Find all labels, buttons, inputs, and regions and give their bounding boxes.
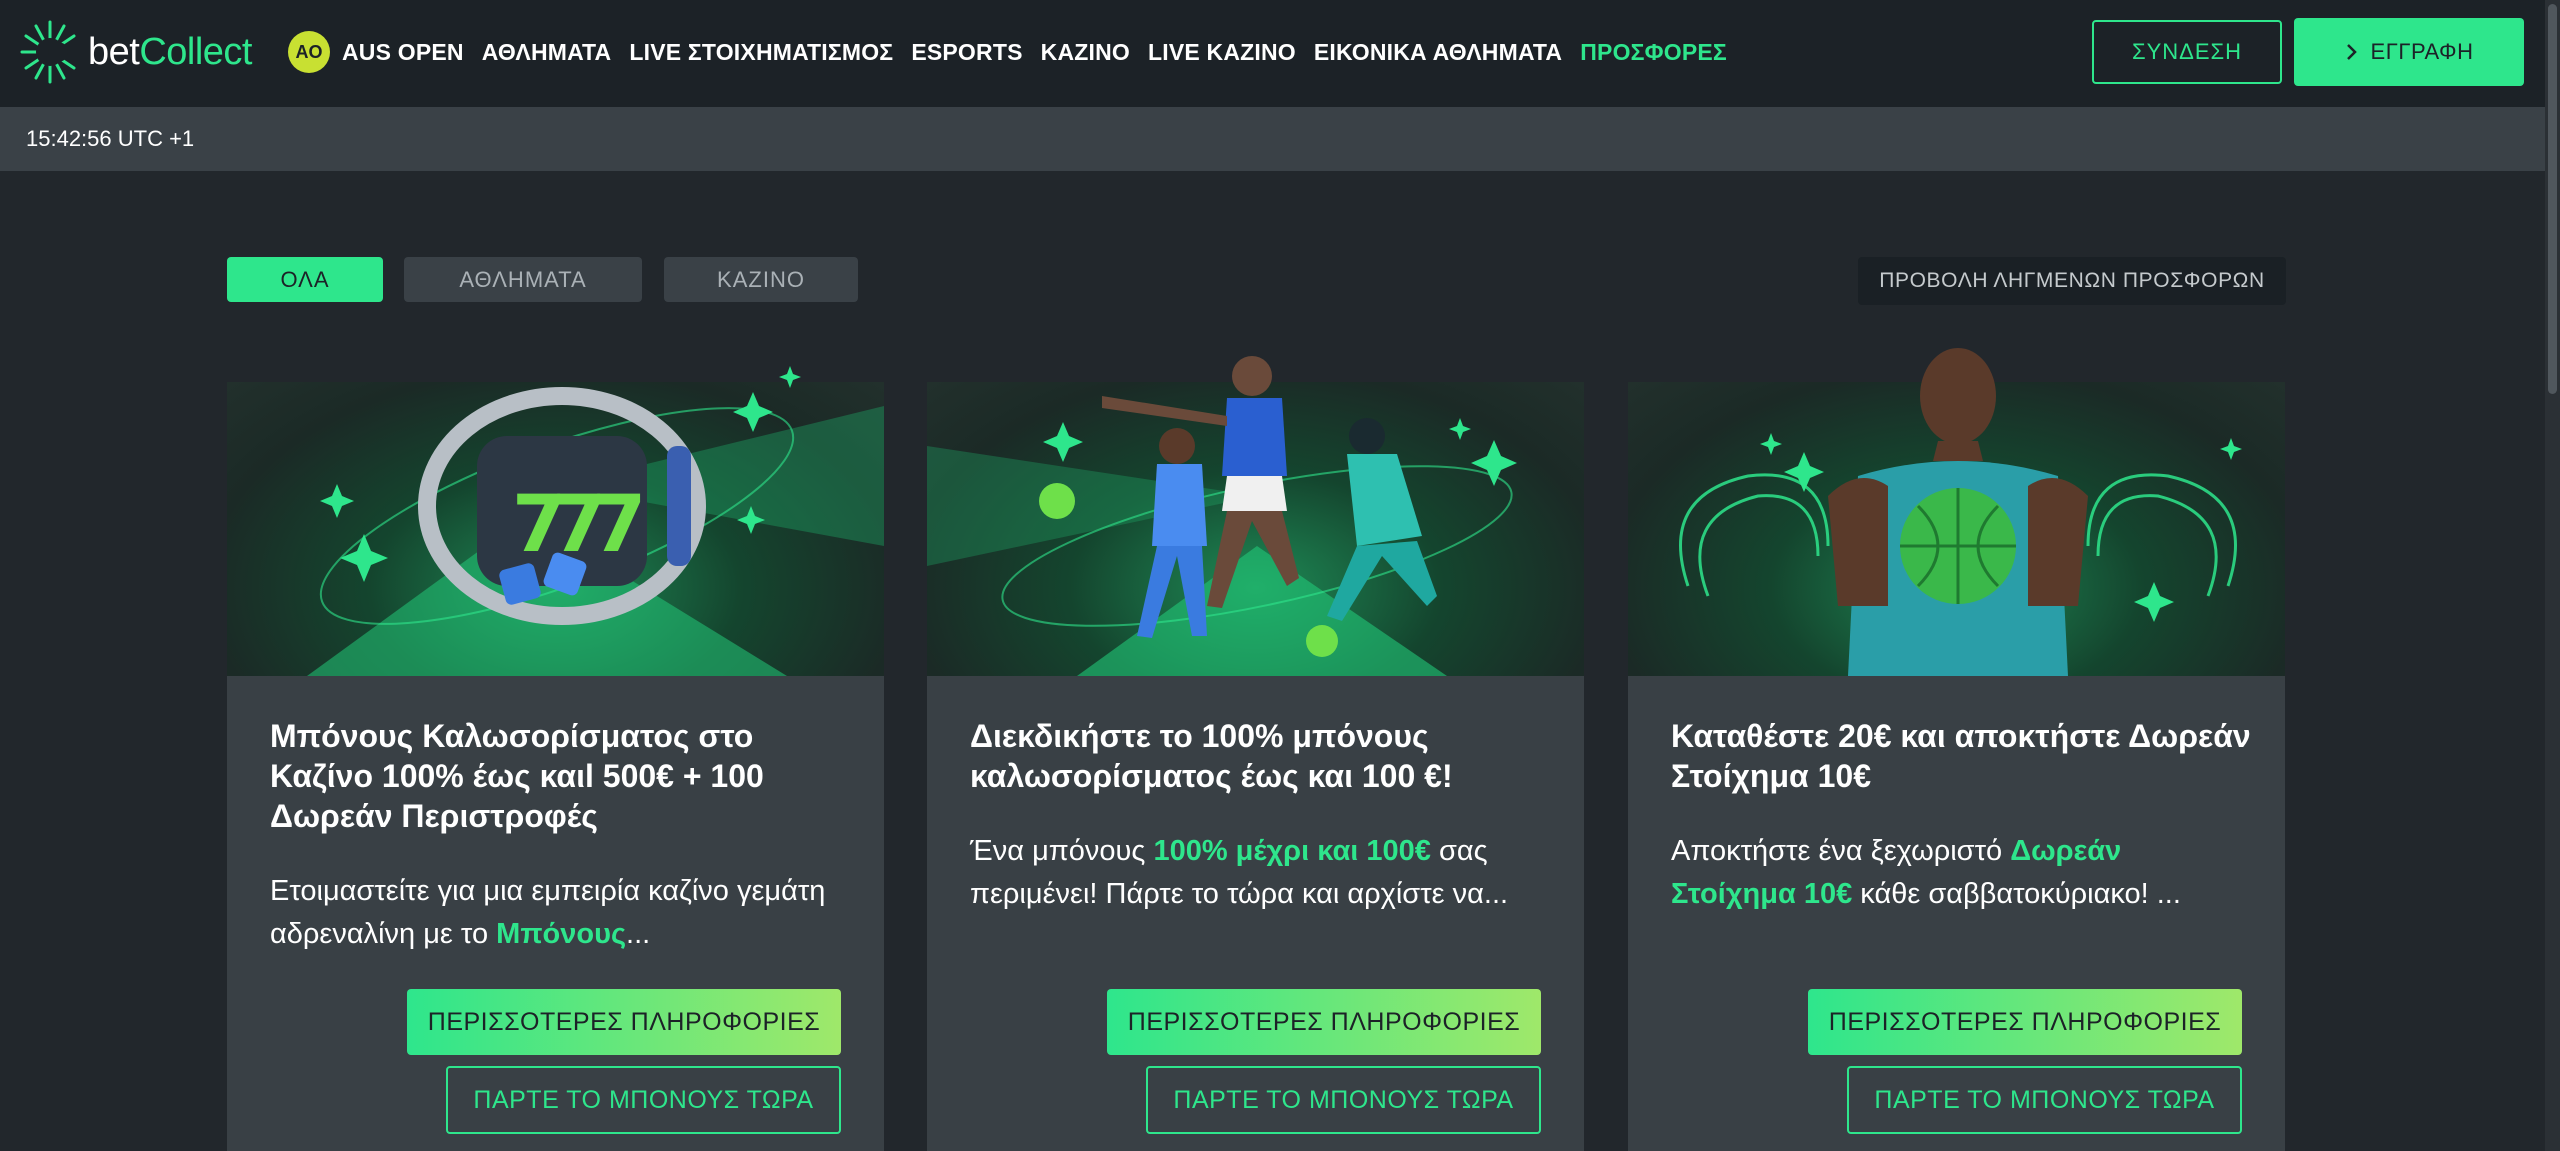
promo-card-body: Καταθέστε 20€ και αποκτήστε Δωρεάν Στοίχ…	[1671, 716, 2251, 916]
multi-sport-athletes-illustration	[927, 356, 1584, 676]
nav-item-virtual-sports[interactable]: ΕΙΚΟΝΙΚΑ ΑΘΛΗΜΑΤΑ	[1314, 39, 1562, 66]
more-info-button[interactable]: ΠΕΡΙΣΣΟΤΕΡΕΣ ΠΛΗΡΟΦΟΡΙΕΣ	[1808, 989, 2242, 1055]
claim-bonus-button[interactable]: ΠΑΡΤΕ ΤΟ ΜΠΟΝΟΥΣ ΤΩΡΑ	[1847, 1066, 2242, 1134]
promo-description: Αποκτήστε ένα ξεχωριστό Δωρεάν Στοίχημα …	[1671, 835, 2181, 910]
register-button[interactable]: ΕΓΓΡΑΦΗ	[2294, 18, 2524, 86]
promo-title: Διεκδικήστε το 100% μπόνους καλωσορίσματ…	[970, 718, 1453, 794]
aus-open-icon[interactable]: AO	[288, 31, 330, 73]
brand-collect: Collect	[139, 30, 252, 73]
promo-card: Διεκδικήστε το 100% μπόνους καλωσορίσματ…	[927, 356, 1584, 1151]
chevron-right-icon	[2346, 44, 2357, 60]
promo-highlight: Μπόνους	[496, 918, 627, 950]
nav-item-esports[interactable]: ESPORTS	[911, 39, 1022, 66]
brand-bet: bet	[88, 30, 140, 73]
claim-bonus-button[interactable]: ΠΑΡΤΕ ΤΟ ΜΠΟΝΟΥΣ ΤΩΡΑ	[1146, 1066, 1541, 1134]
page-scrollbar[interactable]	[2545, 0, 2560, 1151]
main-nav: AO AUS OPEN ΑΘΛΗΜΑΤΑ LIVE ΣΤΟΙΧΗΜΑΤΙΣΜΟΣ…	[288, 30, 1745, 74]
nav-item-promotions[interactable]: ΠΡΟΣΦΟΡΕΣ	[1580, 39, 1727, 66]
promo-card: Καταθέστε 20€ και αποκτήστε Δωρεάν Στοίχ…	[1628, 348, 2285, 1151]
nav-item-live-casino[interactable]: LIVE ΚΑΖΙΝΟ	[1148, 39, 1296, 66]
time-bar: 15:42:56 UTC +1	[0, 107, 2545, 171]
register-label: ΕΓΓΡΑΦΗ	[2370, 39, 2474, 64]
burst-logo-icon	[20, 20, 76, 84]
promo-description: Ένα μπόνους 100% μέχρι και 100€ σας περι…	[970, 835, 1509, 910]
brand-logo[interactable]: betCollect	[20, 18, 252, 86]
claim-bonus-button[interactable]: ΠΑΡΤΕ ΤΟ ΜΠΟΝΟΥΣ ΤΩΡΑ	[446, 1066, 841, 1134]
filter-casino[interactable]: ΚΑΖΙΝΟ	[664, 257, 858, 302]
more-info-button[interactable]: ΠΕΡΙΣΣΟΤΕΡΕΣ ΠΛΗΡΟΦΟΡΙΕΣ	[407, 989, 841, 1055]
promo-card-body: Μπόνους Καλωσορίσματος στο Καζίνο 100% έ…	[270, 716, 850, 956]
svg-text:7: 7	[592, 480, 646, 570]
promo-card-body: Διεκδικήστε το 100% μπόνους καλωσορίσματ…	[970, 716, 1550, 916]
scrollbar-thumb[interactable]	[2548, 4, 2557, 394]
promo-card: 7 7 7 Μπόνους Καλωσορίσματος στο Καζίνο …	[227, 366, 884, 1151]
nav-item-live-betting[interactable]: LIVE ΣΤΟΙΧΗΜΑΤΙΣΜΟΣ	[629, 39, 893, 66]
view-expired-offers-button[interactable]: ΠΡΟΒΟΛΗ ΛΗΓΜΕΝΩΝ ΠΡΟΣΦΟΡΩΝ	[1858, 257, 2286, 305]
current-time: 15:42:56 UTC +1	[26, 126, 195, 151]
promo-title: Μπόνους Καλωσορίσματος στο Καζίνο 100% έ…	[270, 718, 764, 834]
promo-title: Καταθέστε 20€ και αποκτήστε Δωρεάν Στοίχ…	[1671, 718, 2251, 794]
login-button[interactable]: ΣΥΝΔΕΣΗ	[2092, 20, 2282, 84]
basketball-player-illustration	[1628, 348, 2285, 676]
nav-item-sports[interactable]: ΑΘΛΗΜΑΤΑ	[482, 39, 612, 66]
nav-item-aus-open[interactable]: AUS OPEN	[342, 39, 464, 66]
promo-description: Ετοιμαστείτε για μια εμπειρία καζίνο γεμ…	[270, 875, 826, 950]
brand-wordmark: betCollect	[88, 31, 252, 74]
nav-item-casino[interactable]: ΚΑΖΙΝΟ	[1041, 39, 1130, 66]
filter-sports[interactable]: ΑΘΛΗΜΑΤΑ	[404, 257, 642, 302]
casino-slot-777-illustration: 7 7 7	[227, 366, 884, 676]
promo-highlight: 100% μέχρι και 100€	[1153, 835, 1431, 867]
filter-all[interactable]: ΟΛΑ	[227, 257, 383, 302]
more-info-button[interactable]: ΠΕΡΙΣΣΟΤΕΡΕΣ ΠΛΗΡΟΦΟΡΙΕΣ	[1107, 989, 1541, 1055]
top-header: betCollect AO AUS OPEN ΑΘΛΗΜΑΤΑ LIVE ΣΤΟ…	[0, 0, 2545, 107]
